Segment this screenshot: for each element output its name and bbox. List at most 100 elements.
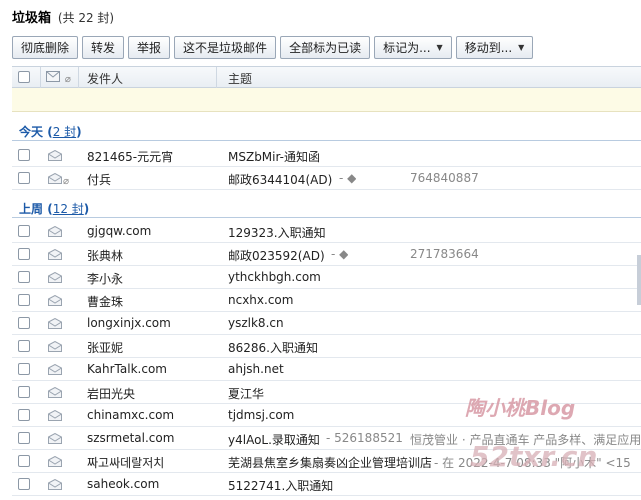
group-count-link[interactable]: 2 封 [53, 125, 76, 139]
move-to-label: 移动到... [464, 40, 513, 55]
message-status [48, 294, 62, 309]
message-sender[interactable]: longxinjx.com [87, 316, 171, 330]
header-status-icons[interactable]: ⌀ [46, 71, 71, 85]
message-row[interactable]: 张典林 邮政023592(AD) - ◆ 271783664 [12, 243, 641, 266]
group-header-today: 今天 (2 封) [19, 125, 82, 139]
message-row[interactable]: 821465-元元宵 MSZbMir-通知函 [12, 144, 641, 167]
message-subject[interactable]: 邮政6344104(AD) [228, 171, 332, 188]
envelope-open-icon [48, 149, 62, 161]
message-subject[interactable]: yszlk8.cn [228, 316, 284, 330]
message-subject[interactable]: 129323.入职通知 [228, 224, 326, 241]
move-to-dropdown[interactable]: 移动到... ▼ [455, 35, 534, 59]
message-row[interactable]: 李小永 ythckhbgh.com [12, 266, 641, 289]
group-label: 上周 [19, 202, 44, 216]
message-checkbox[interactable] [18, 409, 30, 421]
message-subject[interactable]: ncxhx.com [228, 293, 293, 307]
message-checkbox[interactable] [18, 386, 30, 398]
message-row[interactable]: 张亚妮 86286.入职通知 [12, 335, 641, 358]
envelope-open-icon [48, 478, 62, 490]
forward-button[interactable]: 转发 [82, 35, 125, 59]
envelope-icon [46, 71, 60, 82]
not-spam-button[interactable]: 这不是垃圾邮件 [174, 35, 277, 59]
message-sender[interactable]: szsrmetal.com [87, 431, 174, 445]
message-subject[interactable]: 夏江华 [228, 385, 264, 402]
message-row[interactable]: 曹金珠 ncxhx.com [12, 289, 641, 312]
toolbar: 彻底删除 转发 举报 这不是垃圾邮件 全部标为已读 标记为... ▼ 移动到..… [12, 32, 641, 62]
message-status [48, 432, 62, 447]
message-checkbox[interactable] [18, 225, 30, 237]
report-button[interactable]: 举报 [128, 35, 171, 59]
group-divider [12, 140, 641, 141]
message-sender[interactable]: KahrTalk.com [87, 362, 167, 376]
message-row[interactable]: longxinjx.com yszlk8.cn [12, 312, 641, 335]
delete-forever-button[interactable]: 彻底删除 [12, 35, 79, 59]
select-all-checkbox[interactable] [18, 71, 30, 83]
paperclip-icon: ⌀ [64, 74, 71, 85]
message-sender[interactable]: 짜고싸데랄저치 [87, 454, 164, 471]
message-preview-extra: 271783664 [410, 247, 479, 261]
message-checkbox[interactable] [18, 455, 30, 467]
mark-as-dropdown[interactable]: 标记为... ▼ [374, 35, 452, 59]
message-status [48, 478, 62, 493]
message-checkbox[interactable] [18, 317, 30, 329]
message-preview: - 526188521 [326, 431, 403, 445]
message-status [48, 363, 62, 378]
message-checkbox[interactable] [18, 172, 30, 184]
message-sender[interactable]: 张亚妮 [87, 339, 123, 356]
group-count-link[interactable]: 12 封 [53, 202, 84, 216]
list-header: ⌀ 发件人 主题 [12, 66, 641, 89]
message-sender[interactable]: gjgqw.com [87, 224, 151, 238]
sender-column-header[interactable]: 发件人 [87, 70, 123, 87]
message-status [48, 149, 62, 164]
message-subject[interactable]: ythckhbgh.com [228, 270, 321, 284]
message-status [48, 409, 62, 424]
message-sender[interactable]: 821465-元元宵 [87, 148, 173, 165]
message-checkbox[interactable] [18, 149, 30, 161]
message-checkbox[interactable] [18, 478, 30, 490]
message-row[interactable]: gjgqw.com 129323.入职通知 [12, 220, 641, 243]
message-status [48, 386, 62, 401]
envelope-open-icon [48, 363, 62, 375]
message-status [48, 317, 62, 332]
message-checkbox[interactable] [18, 294, 30, 306]
group-header-last-week: 上周 (12 封) [19, 202, 90, 216]
message-preview: - ◆ [339, 171, 357, 185]
column-divider [40, 67, 41, 89]
message-checkbox[interactable] [18, 248, 30, 260]
message-subject[interactable]: 5122741.入职通知 [228, 477, 333, 494]
notice-bar [12, 88, 641, 112]
folder-name: 垃圾箱 [12, 11, 52, 26]
message-sender[interactable]: 付兵 [87, 171, 111, 188]
group-divider [12, 217, 641, 218]
message-row[interactable]: ⌀ 付兵 邮政6344104(AD) - ◆ 764840887 [12, 167, 641, 190]
envelope-open-icon [48, 271, 62, 283]
message-subject[interactable]: 邮政023592(AD) [228, 247, 325, 264]
message-sender[interactable]: 曹金珠 [87, 293, 123, 310]
message-sender[interactable]: chinamxc.com [87, 408, 174, 422]
message-sender[interactable]: 李小永 [87, 270, 123, 287]
mark-all-read-button[interactable]: 全部标为已读 [280, 35, 371, 59]
envelope-open-icon [48, 225, 62, 237]
message-sender[interactable]: saheok.com [87, 477, 159, 491]
message-sender[interactable]: 岩田光央 [87, 385, 135, 402]
subject-column-header[interactable]: 主题 [228, 70, 252, 87]
scrollbar-thumb[interactable] [637, 255, 641, 305]
message-checkbox[interactable] [18, 271, 30, 283]
message-subject[interactable]: tjdmsj.com [228, 408, 294, 422]
message-checkbox[interactable] [18, 363, 30, 375]
envelope-open-icon [48, 317, 62, 329]
message-checkbox[interactable] [18, 432, 30, 444]
message-row[interactable]: KahrTalk.com ahjsh.net [12, 358, 641, 381]
message-sender[interactable]: 张典林 [87, 247, 123, 264]
message-preview: - ◆ [331, 247, 349, 261]
message-subject[interactable]: MSZbMir-通知函 [228, 148, 320, 165]
message-checkbox[interactable] [18, 340, 30, 352]
message-subject[interactable]: y4lAoL.录取通知 [228, 431, 320, 448]
message-subject[interactable]: 芜湖县焦室乡集扇奏凶企业管理培训店 [228, 454, 432, 471]
envelope-open-icon [48, 294, 62, 306]
message-subject[interactable]: 86286.入职通知 [228, 339, 318, 356]
column-divider [78, 67, 79, 89]
mark-as-label: 标记为... [383, 40, 431, 55]
message-status [48, 271, 62, 286]
message-subject[interactable]: ahjsh.net [228, 362, 284, 376]
